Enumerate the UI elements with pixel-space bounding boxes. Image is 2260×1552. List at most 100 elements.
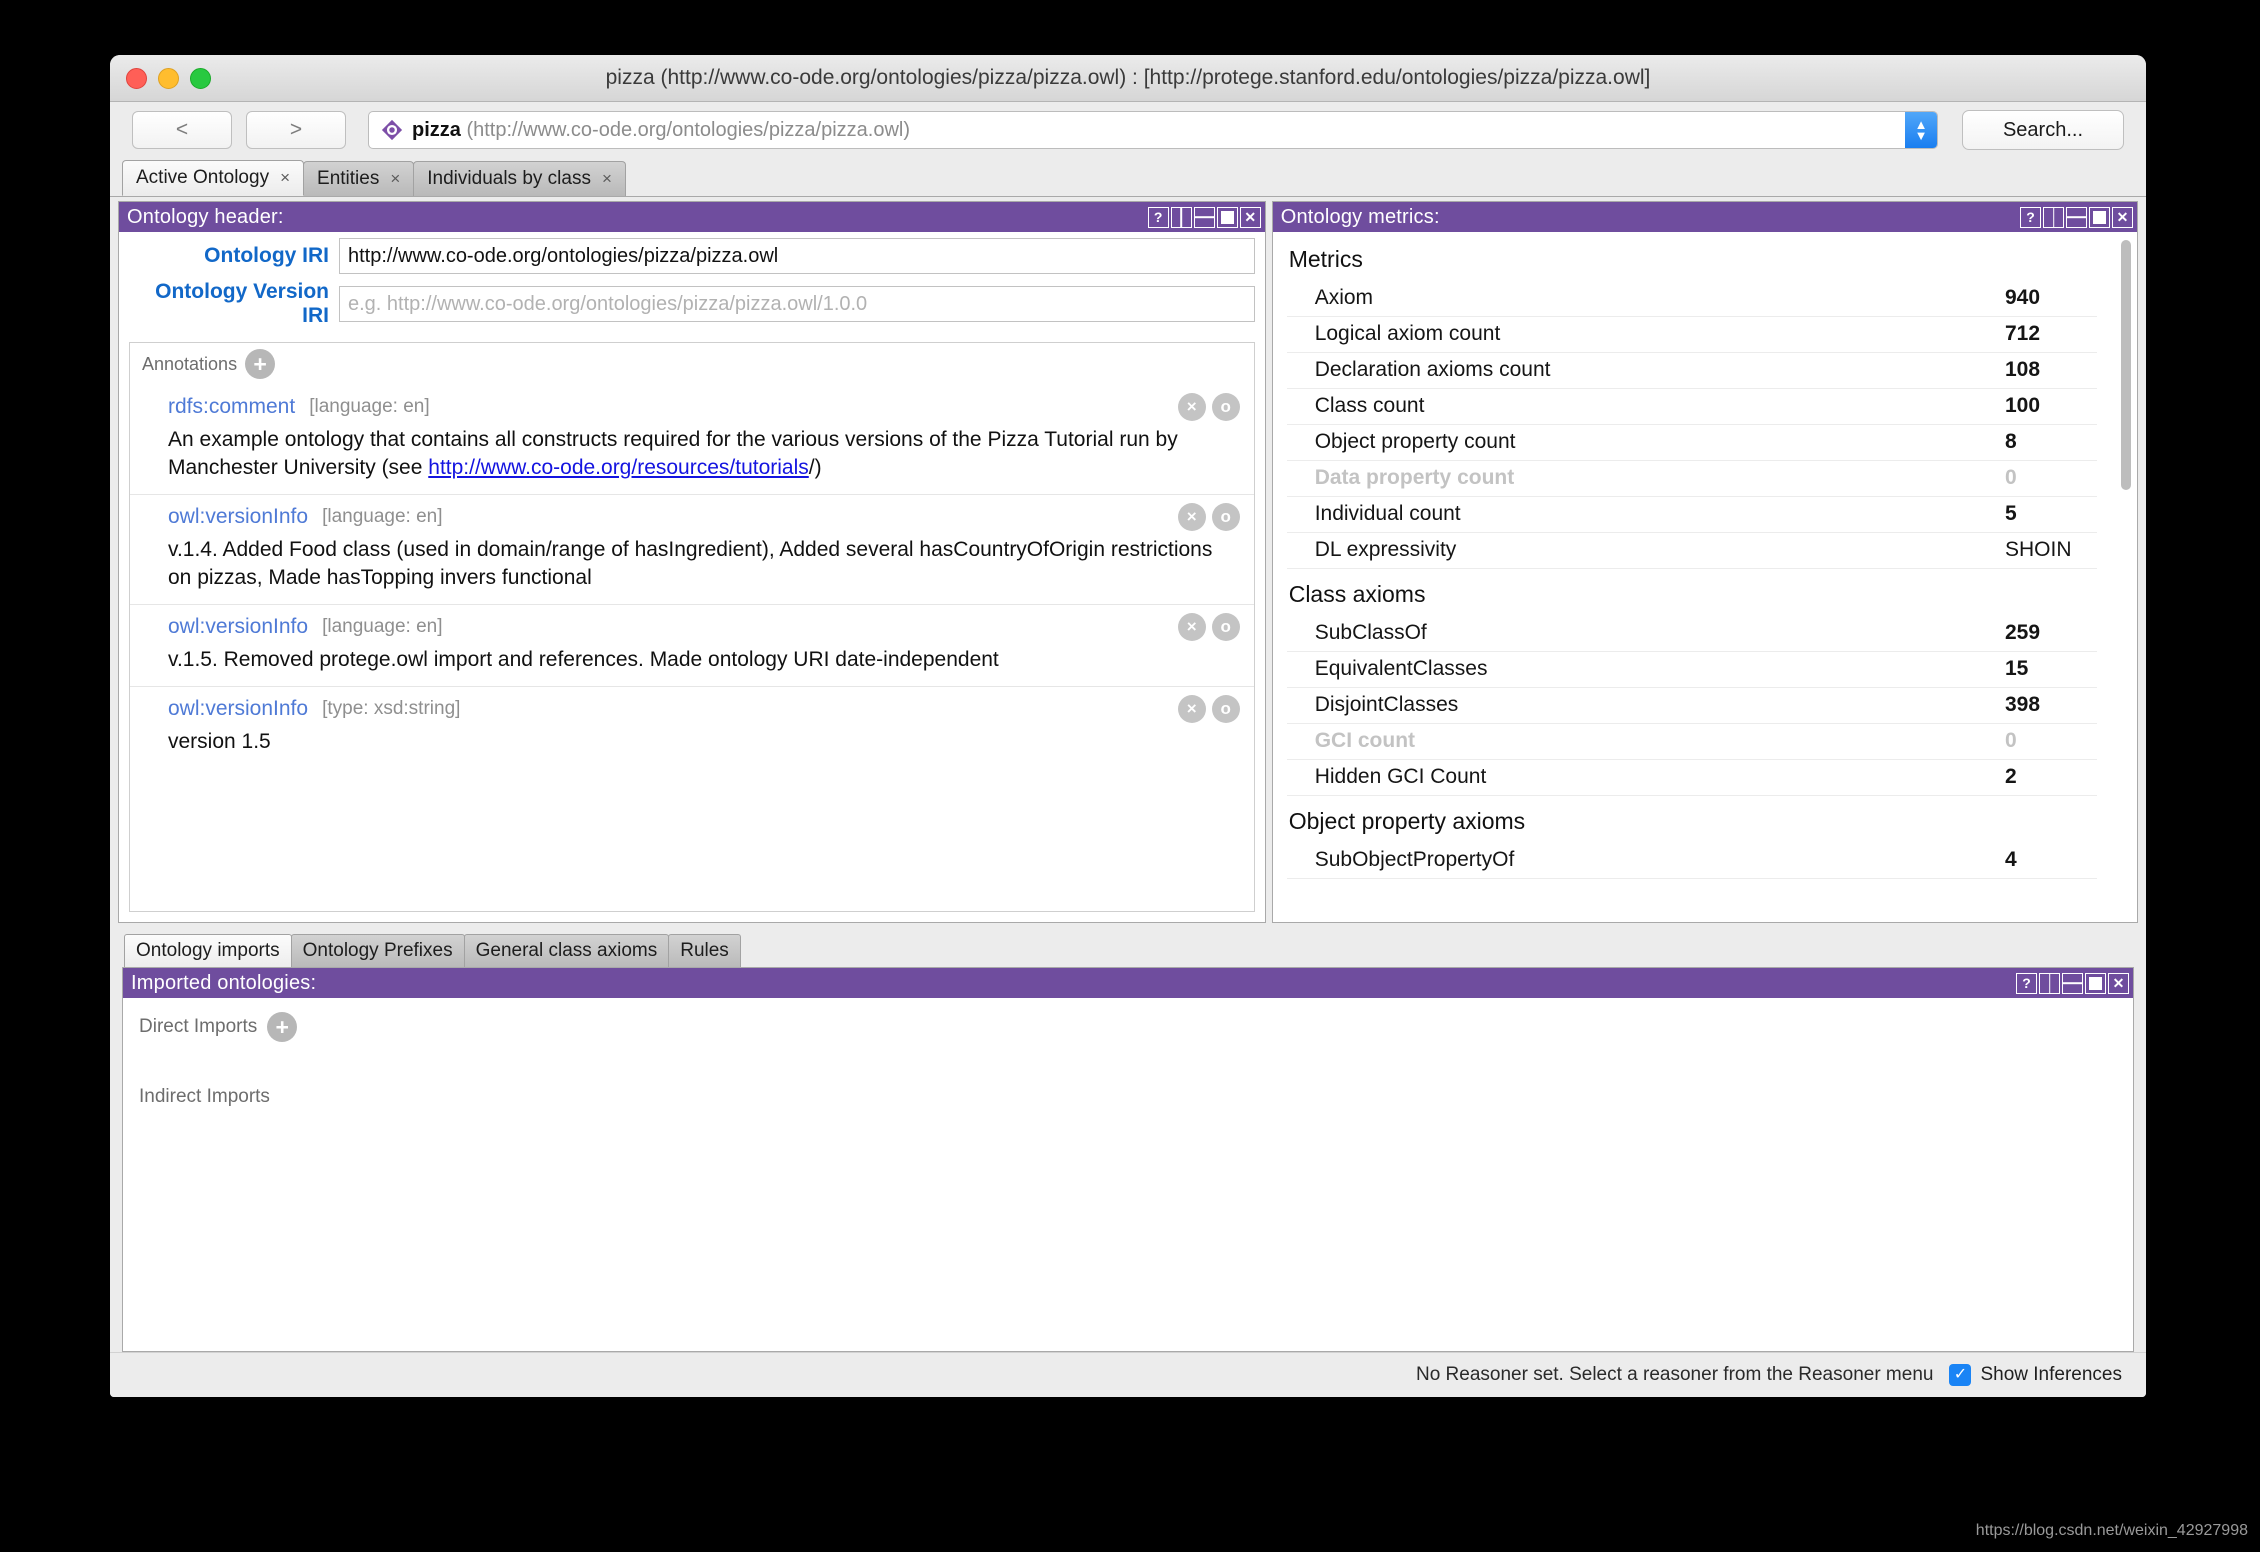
ontology-short-name: pizza <box>412 119 461 141</box>
panel-controls[interactable]: ? ✕ <box>2020 207 2133 228</box>
maximize-panel-icon[interactable] <box>2085 973 2106 994</box>
metric-value: SHOIN <box>2005 538 2095 562</box>
show-inferences-toggle[interactable]: ✓ Show Inferences <box>1949 1364 2122 1386</box>
screen: pizza (http://www.co-ode.org/ontologies/… <box>0 0 2260 1552</box>
close-panel-icon[interactable]: ✕ <box>1240 207 1261 228</box>
subtab-ontology-prefixes[interactable]: Ontology Prefixes <box>291 934 465 967</box>
metric-name: Data property count <box>1315 466 1515 490</box>
tab-individuals-by-class[interactable]: Individuals by class × <box>413 161 626 196</box>
ontology-version-iri-input[interactable]: e.g. http://www.co-ode.org/ontologies/pi… <box>339 286 1255 322</box>
add-direct-import-button[interactable]: + <box>267 1012 297 1042</box>
edit-annotation-icon[interactable]: o <box>1212 503 1240 531</box>
delete-annotation-icon[interactable]: × <box>1178 503 1206 531</box>
metric-row: Logical axiom count 712 <box>1287 317 2097 353</box>
annotation-row[interactable]: rdfs:comment [language: en] An example o… <box>130 385 1254 494</box>
annotation-row-buttons[interactable]: × o <box>1178 695 1240 723</box>
split-horizontal-icon[interactable] <box>1194 207 1215 228</box>
metric-value: 15 <box>2005 657 2095 681</box>
ontology-header-body: Ontology IRI http://www.co-ode.org/ontol… <box>119 232 1265 922</box>
delete-annotation-icon[interactable]: × <box>1178 695 1206 723</box>
help-icon[interactable]: ? <box>2020 207 2041 228</box>
ontology-iri-label: Ontology IRI <box>129 244 339 268</box>
metric-value: 259 <box>2005 621 2095 645</box>
ontology-version-iri-row: Ontology Version IRI e.g. http://www.co-… <box>119 274 1265 328</box>
metrics-section-title: Object property axioms <box>1289 808 2097 835</box>
ontology-selector-combobox[interactable]: pizza (http://www.co-ode.org/ontologies/… <box>368 111 1938 149</box>
metric-name: Axiom <box>1315 286 1373 310</box>
metric-row: DL expressivity SHOIN <box>1287 533 2097 569</box>
delete-annotation-icon[interactable]: × <box>1178 613 1206 641</box>
active-ontology-content: Ontology header: ? ✕ Ontology IRI htt <box>110 197 2146 1352</box>
edit-annotation-icon[interactable]: o <box>1212 393 1240 421</box>
edit-annotation-icon[interactable]: o <box>1212 613 1240 641</box>
annotation-value: An example ontology that contains all co… <box>168 426 1238 482</box>
help-icon[interactable]: ? <box>2016 973 2037 994</box>
metrics-scrollbar-thumb[interactable] <box>2121 240 2131 490</box>
back-button[interactable]: < <box>132 111 232 149</box>
ontology-header-panel: Ontology header: ? ✕ Ontology IRI htt <box>118 201 1266 923</box>
annotation-property[interactable]: owl:versionInfo <box>168 505 308 529</box>
tab-close-icon[interactable]: × <box>280 168 290 188</box>
add-annotation-button[interactable]: + <box>245 349 275 379</box>
annotation-row[interactable]: owl:versionInfo [language: en] v.1.5. Re… <box>130 604 1254 686</box>
ontology-iri-input[interactable]: http://www.co-ode.org/ontologies/pizza/p… <box>339 238 1255 274</box>
show-inferences-checkbox[interactable]: ✓ <box>1949 1364 1971 1386</box>
forward-button[interactable]: > <box>246 111 346 149</box>
tab-active-ontology[interactable]: Active Ontology × <box>122 160 304 196</box>
annotations-label: Annotations <box>142 354 237 375</box>
subtab-general-class-axioms[interactable]: General class axioms <box>464 934 670 967</box>
annotation-property[interactable]: owl:versionInfo <box>168 615 308 639</box>
subtab-ontology-imports[interactable]: Ontology imports <box>124 934 292 967</box>
subtab-rules[interactable]: Rules <box>668 934 741 967</box>
close-panel-icon[interactable]: ✕ <box>2108 973 2129 994</box>
metric-name: SubClassOf <box>1315 621 1427 645</box>
tab-close-icon[interactable]: × <box>602 169 612 189</box>
help-icon[interactable]: ? <box>1148 207 1169 228</box>
annotation-property[interactable]: owl:versionInfo <box>168 697 308 721</box>
maximize-panel-icon[interactable] <box>1217 207 1238 228</box>
split-vertical-icon[interactable] <box>2043 207 2064 228</box>
annotation-row-buttons[interactable]: × o <box>1178 613 1240 641</box>
tab-close-icon[interactable]: × <box>390 169 400 189</box>
split-vertical-icon[interactable] <box>1171 207 1192 228</box>
watermark: https://blog.csdn.net/weixin_42927998 <box>1976 1522 2248 1540</box>
metrics-section-title: Metrics <box>1289 246 2097 273</box>
navigation-toolbar: < > pizza (http://www.co-ode.org/ontolog… <box>110 102 2146 158</box>
close-panel-icon[interactable]: ✕ <box>2112 207 2133 228</box>
panel-controls[interactable]: ? ✕ <box>2016 973 2129 994</box>
combobox-stepper-icon[interactable]: ▲▼ <box>1905 112 1937 148</box>
annotation-row[interactable]: owl:versionInfo [language: en] v.1.4. Ad… <box>130 494 1254 604</box>
split-horizontal-icon[interactable] <box>2062 973 2083 994</box>
metric-value: 8 <box>2005 430 2095 454</box>
delete-annotation-icon[interactable]: × <box>1178 393 1206 421</box>
ontology-iri-row: Ontology IRI http://www.co-ode.org/ontol… <box>119 232 1265 274</box>
metric-name: SubObjectPropertyOf <box>1315 848 1515 872</box>
maximize-panel-icon[interactable] <box>2089 207 2110 228</box>
ontology-subtabbar: Ontology imports Ontology Prefixes Gener… <box>122 931 2134 968</box>
metric-value: 100 <box>2005 394 2095 418</box>
annotation-value-tail: /) <box>809 456 822 479</box>
split-vertical-icon[interactable] <box>2039 973 2060 994</box>
annotation-row-buttons[interactable]: × o <box>1178 503 1240 531</box>
annotation-row[interactable]: owl:versionInfo [type: xsd:string] versi… <box>130 686 1254 768</box>
tab-label: Entities <box>317 168 379 190</box>
annotation-value: version 1.5 <box>168 728 1238 756</box>
metric-value: 5 <box>2005 502 2095 526</box>
metrics-scrollbar[interactable] <box>2119 234 2137 922</box>
annotation-row-buttons[interactable]: × o <box>1178 393 1240 421</box>
reasoner-status-text: No Reasoner set. Select a reasoner from … <box>1416 1364 1934 1386</box>
split-horizontal-icon[interactable] <box>2066 207 2087 228</box>
metric-value: 0 <box>2005 729 2095 753</box>
ontology-full-iri: (http://www.co-ode.org/ontologies/pizza/… <box>461 119 910 141</box>
metric-name: Individual count <box>1315 502 1461 526</box>
tutorial-link[interactable]: http://www.co-ode.org/resources/tutorial… <box>428 456 809 479</box>
metric-name: EquivalentClasses <box>1315 657 1488 681</box>
search-button[interactable]: Search... <box>1962 110 2124 150</box>
panel-controls[interactable]: ? ✕ <box>1148 207 1261 228</box>
annotation-type: [language: en] <box>322 616 442 638</box>
annotation-property[interactable]: rdfs:comment <box>168 395 295 419</box>
window-title: pizza (http://www.co-ode.org/ontologies/… <box>110 66 2146 90</box>
protege-window: pizza (http://www.co-ode.org/ontologies/… <box>110 55 2146 1397</box>
edit-annotation-icon[interactable]: o <box>1212 695 1240 723</box>
tab-entities[interactable]: Entities × <box>303 161 414 196</box>
